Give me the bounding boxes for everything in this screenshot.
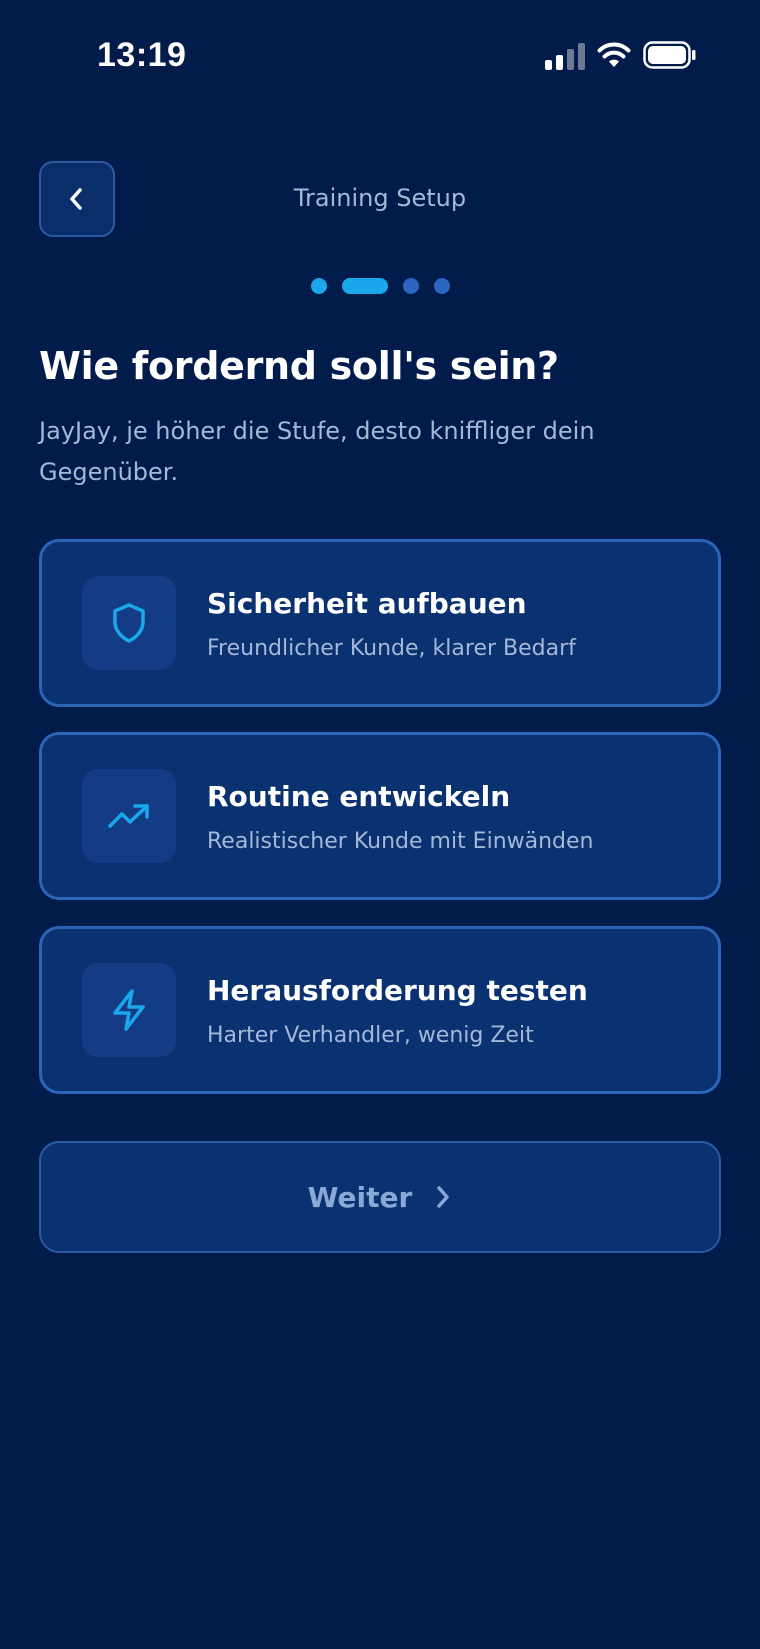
- option-card-sicherheit[interactable]: Sicherheit aufbauen Freundlicher Kunde, …: [39, 539, 721, 707]
- page-title: Wie fordernd soll's sein?: [39, 344, 559, 388]
- option-description: Harter Verhandler, wenig Zeit: [207, 1023, 534, 1048]
- page-subtitle: JayJay, je höher die Stufe, desto kniffl…: [39, 417, 595, 486]
- status-bar: 13:19: [0, 0, 760, 112]
- option-icon-box: [82, 769, 176, 863]
- wifi-icon: [597, 42, 631, 67]
- option-title: Herausforderung testen: [207, 974, 588, 1007]
- next-button-label: Weiter: [307, 1180, 413, 1214]
- step-dot-1: [311, 278, 327, 294]
- back-button[interactable]: [39, 161, 115, 237]
- lightning-icon: [113, 989, 145, 1031]
- option-title: Sicherheit aufbauen: [207, 587, 527, 620]
- step-indicator: [0, 277, 760, 294]
- trending-up-icon: [108, 804, 149, 828]
- status-time: 13:19: [97, 36, 187, 74]
- next-button[interactable]: Weiter: [39, 1141, 721, 1253]
- signal-icon: [545, 43, 585, 70]
- option-description: Realistischer Kunde mit Einwänden: [207, 829, 594, 854]
- option-icon-box: [82, 963, 176, 1057]
- option-description: Freundlicher Kunde, klarer Bedarf: [207, 636, 576, 661]
- step-dot-2: [342, 278, 388, 294]
- step-dot-3: [403, 278, 419, 294]
- option-title: Routine entwickeln: [207, 780, 511, 813]
- shield-icon: [113, 603, 145, 643]
- chevron-left-icon: [70, 188, 82, 210]
- option-card-herausforderung[interactable]: Herausforderung testen Harter Verhandler…: [39, 926, 721, 1094]
- header-title: Training Setup: [293, 184, 467, 212]
- chevron-right-icon: [437, 1186, 450, 1208]
- option-card-routine[interactable]: Routine entwickeln Realistischer Kunde m…: [39, 732, 721, 900]
- battery-icon: [643, 41, 696, 69]
- option-icon-box: [82, 576, 176, 670]
- step-dot-4: [434, 278, 450, 294]
